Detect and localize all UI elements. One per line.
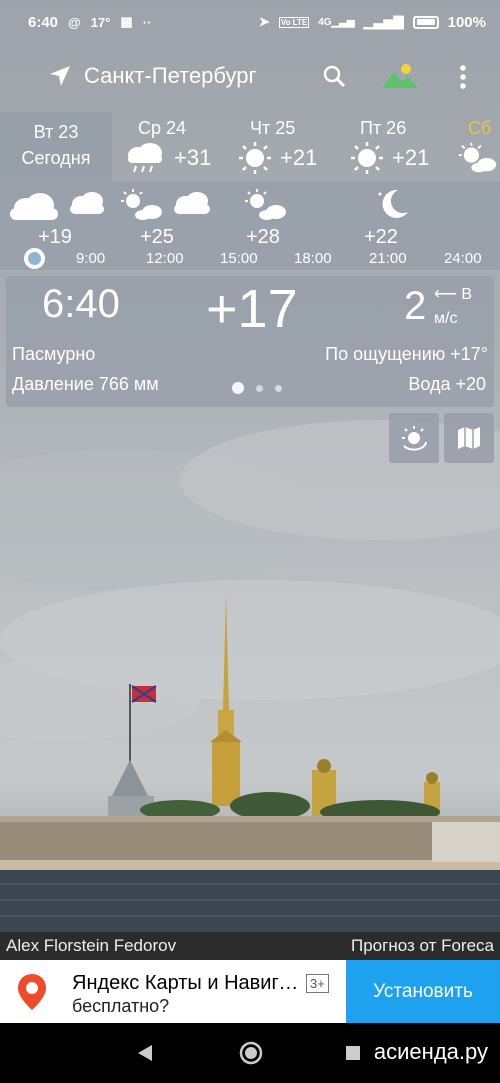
wifi-signal-icon: ▁▃▅▇	[363, 14, 404, 29]
signal-label: 4G	[318, 16, 332, 28]
signal-icon: 4G▁▃▅	[318, 16, 355, 28]
feels-like: По ощущению +17°	[325, 344, 488, 364]
day-wed[interactable]: Ср 24 +31	[112, 112, 224, 182]
landscape-icon[interactable]	[382, 62, 418, 90]
app-header: Санкт-Петербург	[0, 52, 500, 100]
hour-time: 15:00	[220, 250, 258, 267]
age-rating-badge: 3+	[306, 974, 329, 993]
sun-cloud-icon	[245, 189, 286, 220]
current-time-marker	[24, 248, 45, 269]
more-dots-icon: ··	[142, 14, 152, 30]
ad-subtitle: бесплатно?	[72, 996, 170, 1016]
page-indicator	[232, 382, 282, 394]
day-sat[interactable]: Сб	[448, 112, 500, 182]
background-photo	[0, 594, 500, 932]
ad-banner[interactable]: Яндекс Карты и Навигатор бесплатно? 3+ У…	[0, 960, 500, 1023]
wind-unit: м/с	[434, 310, 458, 327]
day-today[interactable]: Вт 23 Сегодня	[0, 112, 112, 182]
hour-temp: +25	[140, 226, 174, 248]
wind-direction-label: В	[461, 286, 473, 303]
battery-icon	[412, 15, 439, 29]
day-sub: Сегодня	[21, 148, 91, 168]
photo-author[interactable]: Alex Florstein Fedorov	[6, 936, 176, 956]
day-fri[interactable]: Пт 26 +21	[336, 112, 448, 182]
condition-text: Пасмурно	[12, 344, 96, 364]
hour-temp: +19	[38, 226, 72, 248]
daily-forecast: Вт 23 Сегодня Ср 24 +31 Чт 25 +21 Пт 26 …	[0, 112, 500, 182]
hour-time: 18:00	[294, 250, 332, 267]
day-name: Пт 26	[360, 118, 407, 138]
day-temp: +31	[174, 145, 212, 170]
hour-time: 21:00	[369, 250, 407, 267]
map-icon	[458, 427, 480, 449]
location-arrow-icon[interactable]	[48, 64, 72, 88]
day-name: Сб	[468, 118, 492, 138]
hour-time: 12:00	[146, 250, 184, 267]
search-icon[interactable]	[322, 64, 346, 88]
sun-position-button[interactable]	[389, 413, 439, 463]
day-temp: +21	[392, 145, 430, 170]
page-dot	[232, 382, 244, 394]
map-button[interactable]	[444, 413, 494, 463]
navigation-icon: ➤	[258, 14, 270, 29]
install-button[interactable]: Установить	[346, 960, 500, 1023]
site-watermark: асиенда.ру	[373, 1039, 488, 1064]
system-nav-bar: асиенда.ру	[0, 1023, 500, 1083]
sun-icon	[351, 142, 383, 174]
hour-time: 9:00	[76, 250, 106, 267]
water-temp: Вода +20	[408, 374, 486, 394]
day-name: Вт 23	[33, 122, 79, 142]
back-icon[interactable]	[136, 1043, 154, 1063]
temp-indicator: 17°	[90, 14, 111, 30]
cloud-icon	[174, 192, 210, 214]
status-bar: 6:40 @ 17° ▦ ·· ➤ Vo LTE 4G▁▃▅ ▁▃▅▇ 100%	[0, 0, 500, 44]
day-temp: +21	[280, 145, 318, 170]
hour-temp: +22	[364, 226, 398, 248]
more-vert-icon[interactable]	[458, 64, 468, 90]
current-temp: +17	[206, 279, 298, 339]
day-name: Ср 24	[138, 118, 187, 138]
current-time: 6:40	[42, 282, 120, 326]
page-dot	[275, 384, 282, 392]
volte-icon: Vo LTE	[278, 16, 310, 28]
ad-title: Яндекс Карты и Навигатор	[72, 972, 304, 994]
sun-cloud-icon	[121, 189, 162, 220]
at-icon: @	[68, 14, 81, 30]
sun-cloud-icon	[458, 142, 497, 173]
hour-time: 24:00	[444, 250, 482, 267]
home-icon[interactable]	[239, 1041, 263, 1065]
rain-cloud-icon	[128, 143, 162, 173]
hourly-forecast[interactable]: +19 +25 +28 +22 9:00 12:00 15:00 18:00 2…	[0, 182, 500, 270]
qr-icon: ▦	[120, 14, 133, 29]
recent-apps-icon[interactable]	[346, 1046, 360, 1060]
wind-direction: ⟵ В	[434, 286, 473, 303]
moon-icon	[378, 189, 408, 218]
wind-speed: 2	[404, 284, 427, 328]
status-time: 6:40	[28, 13, 59, 31]
battery-percent: 100%	[447, 13, 486, 31]
page-dot	[256, 384, 263, 392]
day-thu[interactable]: Чт 25 +21	[224, 112, 336, 182]
sun-orbit-icon	[402, 426, 427, 451]
hour-temp: +28	[246, 226, 280, 248]
sun-icon	[239, 142, 271, 174]
photo-credits: Alex Florstein Fedorov Прогноз от Foreca	[0, 932, 500, 960]
current-conditions-card[interactable]: 6:40 +17 2 ⟵ В м/с Пасмурно По ощущению …	[6, 276, 494, 407]
day-name: Чт 25	[250, 118, 296, 138]
forecast-provider[interactable]: Прогноз от Foreca	[351, 936, 494, 956]
cloud-icon	[70, 192, 104, 214]
yandex-maps-pin-icon	[18, 974, 46, 1010]
pressure: Давление 766 мм	[12, 374, 159, 394]
cloud-icon	[10, 193, 58, 220]
city-name[interactable]: Санкт-Петербург	[84, 63, 257, 89]
